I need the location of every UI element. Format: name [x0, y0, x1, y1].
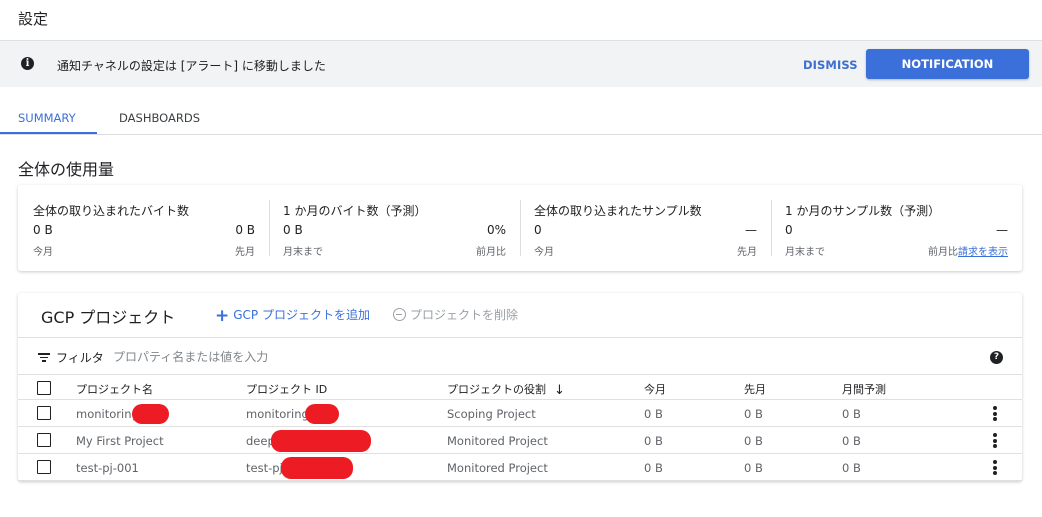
table-row: My First Project deep Monitored Project … [18, 427, 1022, 454]
redaction-mark [132, 404, 169, 424]
metric-bytes-ingested: 全体の取り込まれたバイト数 0 B 今月 0 B 先月 [18, 185, 269, 271]
metric-right-caption: 前月比 [476, 247, 506, 258]
view-billing-link[interactable]: 請求を表示 [958, 247, 1008, 258]
more-vert-icon[interactable] [993, 433, 997, 448]
info-icon: i [21, 57, 34, 70]
arrow-down-icon: ↓ [554, 383, 565, 398]
last-month-cell: 0 B [744, 407, 763, 421]
column-header-project-name[interactable]: プロジェクト名 [76, 381, 153, 397]
metric-left-caption: 今月 [33, 247, 53, 258]
last-month-cell: 0 B [744, 461, 763, 475]
metric-right-value: — [745, 223, 757, 237]
projects-title: GCP プロジェクト [41, 308, 176, 327]
metric-right-caption-group: 前月比請求を表示 [928, 243, 1008, 258]
metric-right-value: 0% [486, 223, 506, 237]
add-gcp-project-label: GCP プロジェクトを追加 [233, 308, 370, 322]
banner-message: 通知チャネルの設定は [アラート] に移動しました [57, 59, 326, 73]
metric-title: 1 か月のサンプル数（予測） [785, 204, 941, 218]
forecast-cell: 0 B [842, 434, 861, 448]
metric-samples-ingested: 全体の取り込まれたサンプル数 0 今月 — 先月 [520, 185, 771, 271]
row-checkbox[interactable] [37, 460, 51, 474]
redaction-mark [305, 404, 339, 424]
metric-right-caption: 前月比 [928, 247, 958, 258]
plus-icon: + [215, 306, 230, 326]
table-row: monitoring- monitoring- Scoping Project … [18, 400, 1022, 427]
more-vert-icon[interactable] [993, 406, 997, 421]
redaction-mark [281, 457, 353, 479]
metric-monthly-samples-forecast: 1 か月のサンプル数（予測） 0 月末まで — 前月比請求を表示 [771, 185, 1022, 271]
gcp-projects-card: GCP プロジェクト + GCP プロジェクトを追加 プロジェクトを削除 フィルタ… [18, 293, 1022, 481]
metric-right-value: — [996, 223, 1008, 237]
metric-left-value: 0 [534, 223, 542, 237]
page-title: 設定 [18, 10, 49, 28]
remove-circle-icon [393, 308, 406, 321]
column-header-monthly-forecast[interactable]: 月間予測 [842, 381, 886, 397]
table-row: test-pj-001 test-pj- Monitored Project 0… [18, 454, 1022, 481]
column-header-project-id[interactable]: プロジェクト ID [246, 381, 327, 397]
tab-bar: SUMMARY DASHBOARDS [0, 100, 1042, 135]
column-header-project-role[interactable]: プロジェクトの役割 ↓ [447, 381, 565, 398]
metric-left-caption: 月末まで [785, 247, 825, 258]
forecast-cell: 0 B [842, 461, 861, 475]
column-header-last-month[interactable]: 先月 [744, 381, 766, 397]
metric-left-value: 0 [785, 223, 793, 237]
project-role-cell: Monitored Project [447, 434, 548, 448]
add-gcp-project-button[interactable]: + GCP プロジェクトを追加 [215, 306, 370, 326]
delete-project-label: プロジェクトを削除 [410, 308, 519, 322]
last-month-cell: 0 B [744, 434, 763, 448]
more-vert-icon[interactable] [993, 460, 997, 475]
project-id-cell: monitoring- [246, 407, 313, 421]
row-checkbox[interactable] [37, 406, 51, 420]
column-header-this-month[interactable]: 今月 [644, 381, 666, 397]
tab-dashboards[interactable]: DASHBOARDS [119, 111, 200, 125]
usage-section-title: 全体の使用量 [18, 160, 115, 179]
tab-summary[interactable]: SUMMARY [18, 111, 76, 125]
row-checkbox[interactable] [37, 433, 51, 447]
dismiss-button[interactable]: DISMISS [795, 54, 866, 76]
project-name-cell: My First Project [76, 434, 164, 448]
filter-input[interactable] [113, 347, 813, 367]
metric-monthly-bytes-forecast: 1 か月のバイト数（予測） 0 B 月末まで 0% 前月比 [269, 185, 520, 271]
this-month-cell: 0 B [644, 407, 663, 421]
metric-right-caption: 先月 [737, 247, 757, 258]
notification-banner: i 通知チャネルの設定は [アラート] に移動しました DISMISS NOTI… [0, 40, 1042, 101]
this-month-cell: 0 B [644, 434, 663, 448]
table-header: プロジェクト名 プロジェクト ID プロジェクトの役割 ↓ 今月 先月 月間予測 [18, 374, 1022, 400]
project-role-cell: Scoping Project [447, 407, 536, 421]
metric-left-value: 0 B [283, 223, 303, 237]
metric-title: 全体の取り込まれたサンプル数 [534, 204, 702, 218]
filter-bar: フィルタ ? [18, 337, 1022, 374]
usage-card: 全体の取り込まれたバイト数 0 B 今月 0 B 先月 1 か月のバイト数（予測… [18, 185, 1022, 271]
column-header-project-role-label: プロジェクトの役割 [447, 383, 546, 396]
select-all-checkbox[interactable] [37, 381, 51, 395]
help-icon[interactable]: ? [990, 351, 1003, 364]
metric-left-caption: 月末まで [283, 247, 323, 258]
forecast-cell: 0 B [842, 407, 861, 421]
metric-title: 全体の取り込まれたバイト数 [33, 204, 190, 218]
filter-list-icon [38, 353, 50, 362]
filter-label: フィルタ [56, 351, 104, 365]
active-tab-indicator [0, 132, 97, 134]
project-role-cell: Monitored Project [447, 461, 548, 475]
metric-left-caption: 今月 [534, 247, 554, 258]
delete-project-button[interactable]: プロジェクトを削除 [393, 306, 518, 323]
metric-right-caption: 先月 [235, 247, 255, 258]
metric-right-value: 0 B [235, 223, 255, 237]
this-month-cell: 0 B [644, 461, 663, 475]
metric-left-value: 0 B [33, 223, 53, 237]
metric-title: 1 か月のバイト数（予測） [283, 204, 427, 218]
notification-channels-button[interactable]: NOTIFICATION CHANNELS [866, 49, 1029, 101]
redaction-mark [271, 430, 371, 452]
project-name-cell: test-pj-001 [76, 461, 139, 475]
